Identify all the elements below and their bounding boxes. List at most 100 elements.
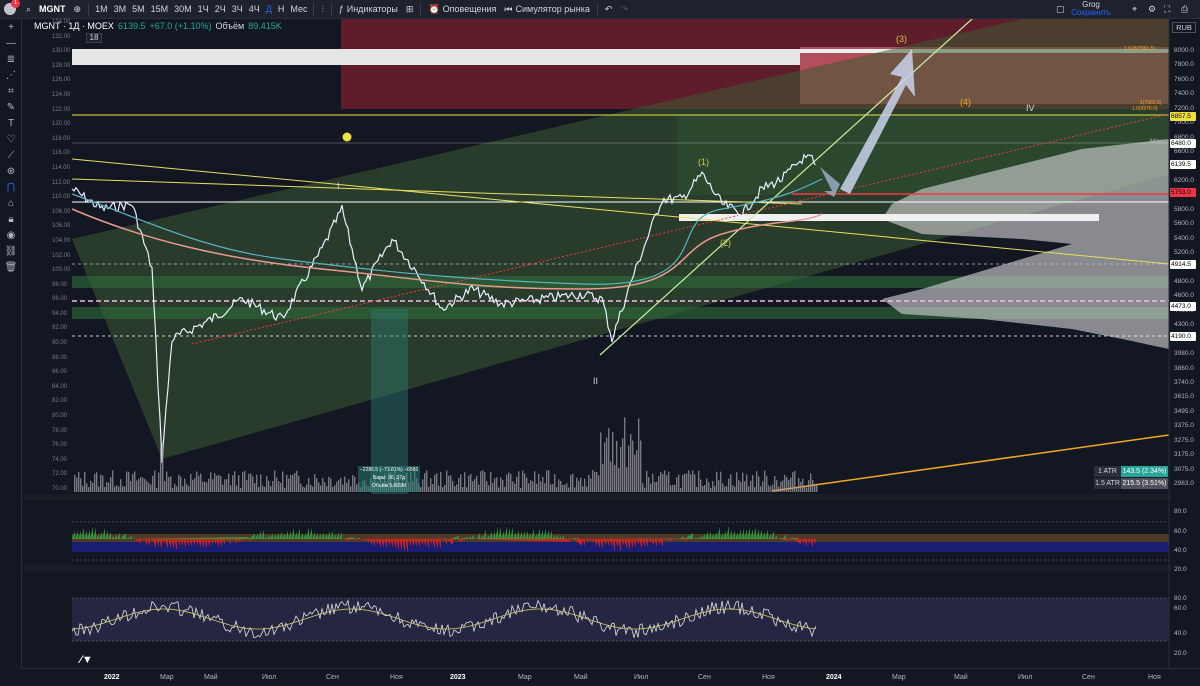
price-tick: 4800.0 (1174, 277, 1194, 285)
favorite-icon[interactable]: ♡ (0, 131, 22, 147)
crosshair-icon[interactable]: + (0, 19, 22, 35)
marker-dot (342, 132, 352, 142)
chart-legend: MGNT · 1Д · MOEX 6139.5 +67.0 (+1.10%) О… (34, 21, 282, 31)
left-price-tick: 130.00 (52, 48, 71, 55)
chart-canvas[interactable] (22, 19, 1172, 668)
quick-search-icon[interactable]: ⌖ (1128, 0, 1141, 19)
indicator-count-toggle[interactable]: 18 (86, 33, 102, 43)
left-price-tick: 120.00 (52, 121, 71, 128)
pattern-icon[interactable]: ⋰ (0, 67, 22, 83)
magnet-icon[interactable]: ⋂ (0, 179, 22, 195)
oscillator-2 (71, 597, 1169, 642)
left-price-tick: 124.00 (52, 91, 71, 98)
toolbar-divider (420, 2, 422, 16)
add-symbol-icon[interactable]: ⊕ (70, 0, 86, 19)
fib-icon[interactable]: ⌗ (0, 83, 22, 99)
timeframe-11[interactable]: Мес (287, 0, 310, 19)
timeframe-1[interactable]: 3М (111, 0, 130, 19)
layout-name-box[interactable]: Grog Сохранить (1068, 1, 1114, 17)
eye-icon[interactable]: ◉ (0, 227, 22, 243)
price-tick: 7800.0 (1174, 61, 1194, 69)
price-tick: 3740.0 (1174, 378, 1194, 386)
price-tick: 5200.0 (1174, 249, 1194, 257)
lock-icon[interactable]: 🔒︎ (0, 211, 22, 227)
trend-line-icon[interactable]: — (0, 35, 22, 51)
wave-label: IV (1026, 103, 1035, 113)
toolbar-divider (596, 2, 598, 16)
left-price-tick: 72.00 (52, 471, 68, 478)
left-price-tick: 112.00 (52, 179, 70, 186)
legend-title[interactable]: MGNT · 1Д · MOEX (34, 21, 114, 31)
price-tick: 7200.0 (1174, 104, 1194, 112)
wave-label: II (593, 376, 599, 386)
lock-drawing-icon[interactable]: ⌂ (0, 195, 22, 211)
tradingview-app: 1 ⌕ MGNT ⊕ 1М 3М 5М 15М 30М 1Ч 2Ч 3Ч 4Ч Д Н Мес ⫶ ƒ… (0, 0, 1200, 686)
currency-select[interactable]: RUB (1172, 22, 1196, 33)
price-tick: 3615.0 (1174, 393, 1194, 401)
timeframe-7[interactable]: 3Ч (229, 0, 246, 19)
atr-key: 1 ATR (1098, 468, 1117, 475)
undo-icon[interactable]: ↶ (601, 0, 617, 19)
channel-icon[interactable]: ≣ (0, 51, 22, 67)
trash-icon[interactable]: 🗑︎ (0, 259, 22, 275)
symbol-name[interactable]: MGNT (35, 0, 70, 19)
timeframe-10[interactable]: Н (275, 0, 288, 19)
fullscreen-icon[interactable]: ⛶ (1160, 0, 1174, 19)
search-icon[interactable]: ⌕ (22, 0, 35, 19)
indicators-button[interactable]: ƒ Индикаторы (335, 0, 402, 19)
white-band (72, 49, 800, 65)
layout-icon[interactable]: ⊞ (402, 0, 418, 19)
layout-square-icon[interactable]: ▢ (1052, 0, 1069, 19)
price-tick: 4600.0 (1174, 292, 1194, 300)
time-tick: Май (574, 674, 588, 681)
save-button[interactable]: Сохранить (1068, 9, 1114, 17)
candles-icon[interactable]: ⫶ (317, 0, 327, 19)
measure-info: −2286.5 (−73.81%) −6586 Бары: 36, 37д Об… (358, 466, 420, 492)
alerts-button[interactable]: ⏰ Оповещения (424, 0, 500, 19)
left-price-tick: 84.00 (52, 383, 68, 390)
price-label: 4473.0 (1170, 302, 1196, 311)
timeframe-9[interactable]: Д (263, 0, 275, 19)
avatar[interactable]: 1 (4, 0, 20, 15)
ruler-icon[interactable]: ⟋ (0, 147, 22, 163)
left-price-tick: 78.00 (52, 427, 68, 434)
left-price-tick: 92.00 (52, 325, 68, 332)
price-tick: 3375.0 (1174, 422, 1194, 430)
brush-icon[interactable]: ✎ (0, 99, 22, 115)
replay-button[interactable]: ⏮ Симулятор рынка (500, 0, 593, 19)
alerts-label: Оповещения (442, 4, 497, 14)
atr-value: 143.5 (2.34%) (1121, 466, 1168, 477)
time-axis[interactable]: 2022 Мар Май Июл Сен Ноя 2023 Мар Май Июл Сен Ноя 20… (22, 668, 1200, 686)
timeframe-4[interactable]: 30М (171, 0, 195, 19)
timeframe-2[interactable]: 5М (129, 0, 148, 19)
price-tick: 5400.0 (1174, 234, 1194, 242)
timeframe-6[interactable]: 2Ч (212, 0, 229, 19)
link-icon[interactable]: ⛓ (0, 243, 22, 259)
price-tick: 8000.0 (1174, 47, 1194, 54)
camera-icon[interactable]: ⎙ (1177, 0, 1192, 19)
left-price-tick: 80.00 (52, 413, 68, 420)
timeframe-3[interactable]: 15М (148, 0, 172, 19)
wave-label: (2) (720, 238, 731, 248)
left-price-tick: 96.00 (52, 296, 68, 303)
max-label: Макс. (1150, 138, 1168, 145)
timeframe-0[interactable]: 1М (92, 0, 111, 19)
time-tick: 2022 (104, 674, 120, 681)
zoom-icon[interactable]: ⊕ (0, 163, 22, 179)
left-price-tick: 108.00 (52, 208, 71, 215)
left-price-tick: 110.00 (52, 194, 70, 201)
atr-value: 215.5 (3.51%) (1121, 478, 1168, 489)
price-tick: 2983.0 (1174, 480, 1194, 487)
atr-row: 1 ATR 143.5 (2.34%) (1094, 466, 1168, 477)
left-price-tick: 118.00 (52, 135, 70, 142)
left-price-tick: 128.00 (52, 62, 71, 69)
text-icon[interactable]: T (0, 115, 22, 131)
left-price-tick: 82.00 (52, 398, 68, 405)
redo-icon[interactable]: ↷ (616, 0, 632, 19)
timeframe-5[interactable]: 1Ч (195, 0, 212, 19)
legend-volume-label: Объём (215, 21, 245, 31)
tradingview-logo[interactable]: ⁄▼ (80, 654, 93, 666)
toolbar-divider (88, 2, 90, 16)
timeframe-8[interactable]: 4Ч (246, 0, 263, 19)
settings-icon[interactable]: ⚙ (1144, 0, 1160, 19)
